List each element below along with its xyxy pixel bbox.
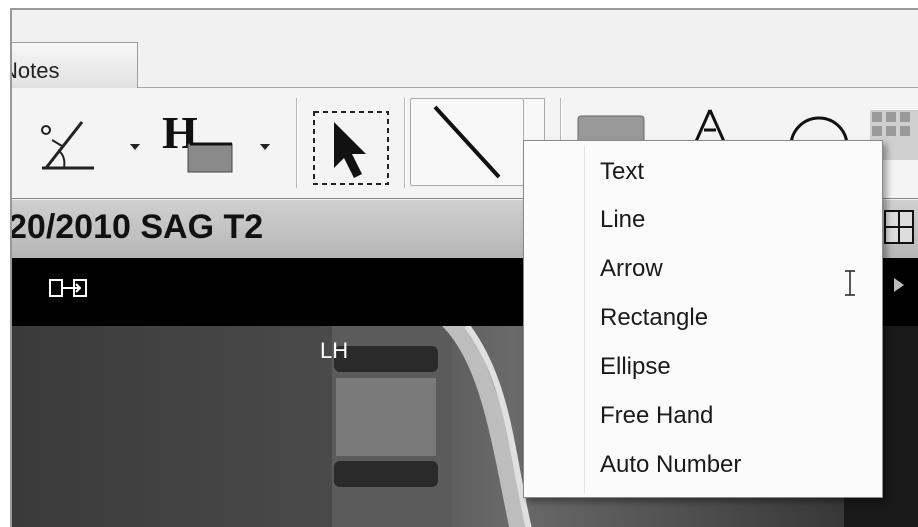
menu-item-text[interactable]: Text [588, 151, 878, 195]
menu-item-ellipse[interactable]: Ellipse [588, 346, 878, 390]
link-series-icon[interactable] [48, 276, 92, 302]
hounsfield-tool-icon[interactable]: H [160, 106, 240, 178]
annotation-menu: Text Line Arrow Rectangle Ellipse Free H… [523, 140, 883, 498]
menu-item-rectangle[interactable]: Rectangle [588, 297, 878, 341]
toolbar-separator [404, 98, 405, 188]
layout-grid-icon [886, 212, 912, 242]
menu-icon-gutter [584, 145, 585, 493]
hounsfield-tool-dropdown-arrow[interactable] [260, 144, 270, 150]
scroll-right-icon[interactable] [894, 278, 904, 292]
series-title: 20/2010 SAG T2 [10, 208, 264, 246]
line-tool-button[interactable] [410, 98, 524, 186]
orientation-label: LH [320, 338, 349, 363]
menu-item-arrow[interactable]: Arrow [588, 248, 878, 292]
tab-notes-label: Notes [12, 58, 60, 83]
menu-item-free-hand[interactable]: Free Hand [588, 395, 878, 439]
layout-grid-button[interactable] [884, 210, 914, 244]
menu-item-auto-number[interactable]: Auto Number [588, 444, 878, 488]
select-arrow-icon[interactable] [310, 108, 392, 188]
toolbar-separator [296, 98, 297, 188]
line-tool-icon [433, 105, 501, 179]
tab-strip: Notes [12, 10, 918, 88]
menu-item-line[interactable]: Line [588, 199, 878, 243]
angle-tool-icon[interactable] [32, 110, 107, 180]
tab-notes[interactable]: Notes [12, 42, 138, 88]
angle-tool-dropdown-arrow[interactable] [130, 144, 140, 150]
text-cursor-icon [845, 270, 855, 296]
